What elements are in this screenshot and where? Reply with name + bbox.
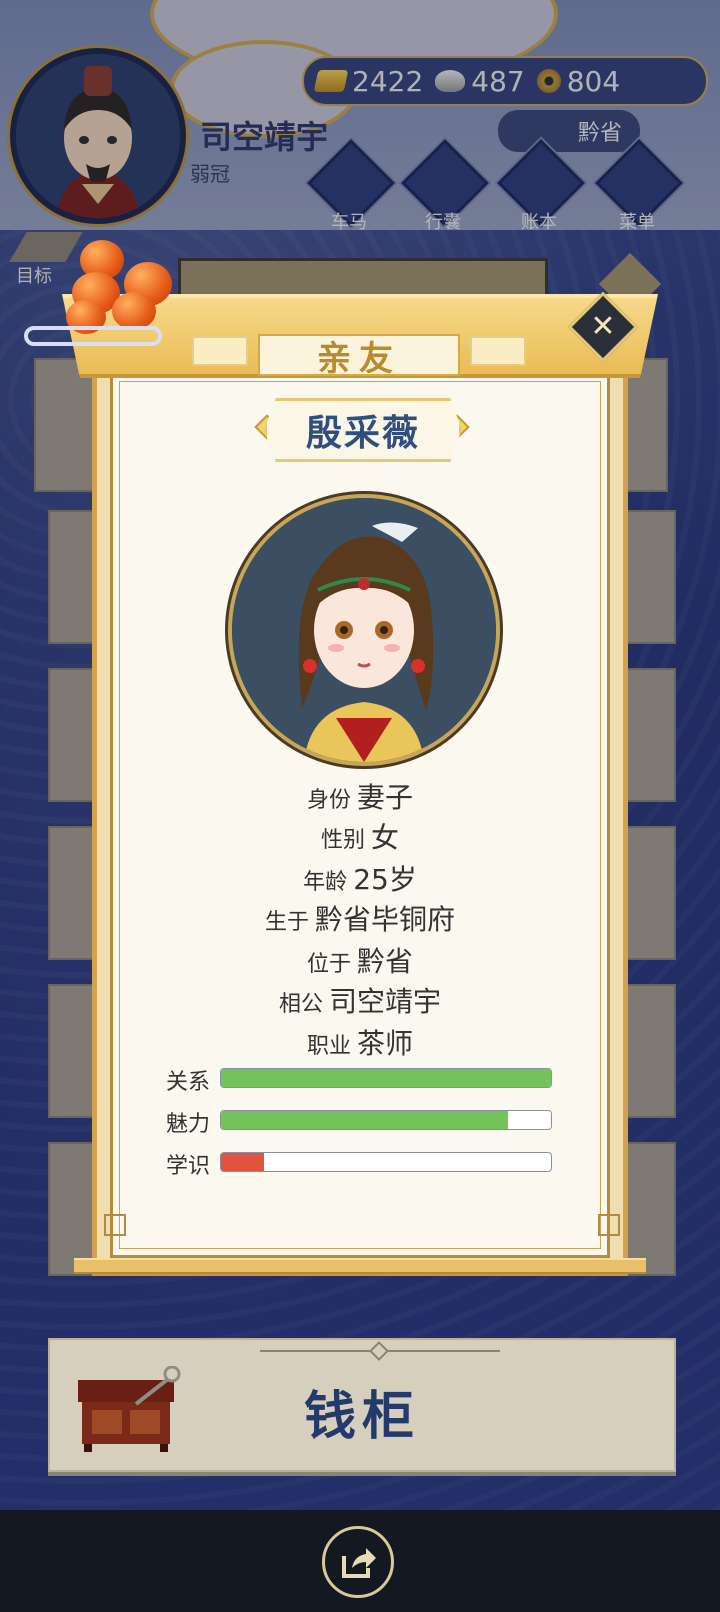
info-value: 司空靖宇 (329, 985, 442, 1018)
money-cabinet-label: 钱柜 (303, 1387, 420, 1447)
info-birthplace: 生于 黔省毕铜府 (110, 898, 610, 938)
dialog-bottom-rail (74, 1258, 646, 1274)
info-key: 年龄 (303, 870, 348, 895)
corner-ornament (598, 1214, 620, 1236)
share-button[interactable] (322, 1526, 394, 1598)
close-icon: ✕ (590, 309, 616, 344)
person-name: 殷采薇 (305, 413, 420, 454)
info-key: 职业 (306, 1034, 351, 1059)
stat-fill (221, 1111, 509, 1129)
header-ornament (470, 336, 526, 366)
dialog-title: 亲友 (317, 338, 401, 379)
info-age: 年龄 25岁 (110, 858, 610, 898)
info-occupation: 职业 茶师 (110, 1022, 610, 1062)
info-key: 位于 (306, 952, 351, 977)
stat-fill (221, 1069, 551, 1087)
info-key: 性别 (320, 828, 365, 853)
share-icon (342, 1548, 376, 1578)
person-name-plate: 殷采薇 (264, 398, 462, 462)
info-location: 位于 黔省 (110, 940, 610, 980)
stat-bar (220, 1110, 552, 1130)
stat-charm: 魅力 (166, 1110, 556, 1137)
diamond-ornament (369, 1341, 389, 1361)
stat-fill (221, 1153, 264, 1171)
info-value: 妻子 (357, 781, 414, 814)
info-value: 黔省毕铜府 (315, 903, 456, 936)
person-portrait-art (232, 498, 496, 762)
header-ornament (192, 336, 248, 366)
stat-relationship: 关系 (166, 1068, 556, 1095)
info-value: 黔省 (357, 945, 414, 978)
stat-label: 学识 (166, 1154, 211, 1179)
stat-label: 关系 (166, 1070, 211, 1095)
info-key: 身份 (306, 788, 351, 813)
info-husband: 相公 司空靖宇 (110, 980, 610, 1020)
info-gender: 性别女 (110, 816, 610, 856)
cloud-ribbon (24, 326, 162, 346)
dialog-title-frame: 亲友 (258, 334, 460, 379)
money-cabinet-card[interactable]: 钱柜 (48, 1338, 676, 1472)
stat-knowledge: 学识 (166, 1152, 556, 1179)
stat-bar (220, 1068, 552, 1088)
info-value: 女 (371, 821, 400, 854)
info-identity: 身份 妻子 (110, 776, 610, 816)
info-key: 相公 (278, 992, 323, 1017)
info-value: 25岁 (353, 863, 417, 896)
stat-label: 魅力 (166, 1112, 211, 1137)
info-value: 茶师 (357, 1027, 414, 1060)
corner-ornament (104, 1214, 126, 1236)
person-portrait (228, 494, 500, 766)
info-key: 生于 (264, 910, 309, 935)
stat-bar (220, 1152, 552, 1172)
